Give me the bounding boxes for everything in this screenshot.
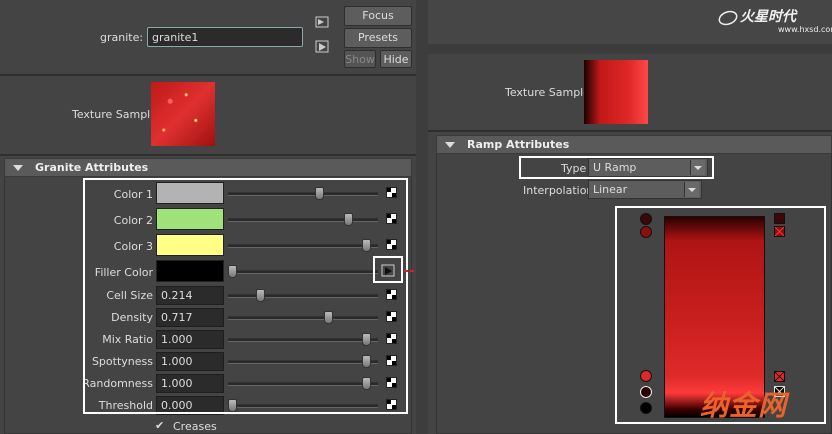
interpolation-label: Interpolation xyxy=(523,184,594,197)
type-highlight-box xyxy=(519,156,714,179)
color-entry-handle[interactable] xyxy=(640,370,652,382)
left-attribute-editor: granite: Focus Presets Show Hide Texture… xyxy=(0,0,416,434)
ramp-texture-swatch[interactable] xyxy=(584,60,648,124)
watermark-logo-icon xyxy=(718,10,738,26)
ramp-collapse-triangle-icon[interactable] xyxy=(445,142,455,148)
color-entry-handle[interactable] xyxy=(640,386,652,398)
creases-label: Creases xyxy=(173,420,217,433)
right-attribute-editor: 火星时代 www.hxsd.com Texture Sample Ramp At… xyxy=(428,0,832,434)
header-divider xyxy=(0,74,416,76)
collapse-triangle-icon[interactable] xyxy=(13,165,23,171)
presets-button[interactable]: Presets xyxy=(344,28,412,48)
ramp-attributes-header[interactable]: Ramp Attributes xyxy=(436,135,832,154)
right-section-divider xyxy=(428,130,832,132)
delete-entry-icon[interactable] xyxy=(774,213,785,224)
watermark-logo: 火星时代 www.hxsd.com xyxy=(718,6,832,36)
interpolation-dropdown[interactable]: Linear xyxy=(588,180,702,199)
watermark-title: 火星时代 xyxy=(740,9,796,25)
section-divider xyxy=(0,154,416,156)
watermark-url: www.hxsd.com xyxy=(778,25,832,34)
interpolation-dropdown-arrow-icon xyxy=(684,182,699,197)
texture-sample-label: Texture Sample xyxy=(72,108,158,121)
watermark-bottom: 纳金网 xyxy=(700,389,788,422)
creases-checkbox[interactable]: ✔ xyxy=(155,419,164,432)
ramp-section-title: Ramp Attributes xyxy=(467,138,570,151)
attributes-highlight-box xyxy=(83,178,408,414)
delete-entry-icon[interactable] xyxy=(774,371,785,382)
granite-attributes-header[interactable]: Granite Attributes xyxy=(4,158,412,177)
delete-entry-icon[interactable] xyxy=(774,226,785,237)
color-entry-handle[interactable] xyxy=(640,213,652,225)
panel-splitter[interactable] xyxy=(416,0,428,434)
right-texture-sample-label: Texture Sample xyxy=(505,86,591,99)
output-connection-icon[interactable] xyxy=(315,40,331,54)
granite-texture-swatch[interactable] xyxy=(151,82,215,146)
section-title: Granite Attributes xyxy=(35,161,149,174)
interpolation-value: Linear xyxy=(593,183,628,196)
right-header-divider xyxy=(428,44,832,54)
color-entry-handle[interactable] xyxy=(640,402,652,414)
filler-color-highlight-box xyxy=(373,256,403,283)
focus-button[interactable]: Focus xyxy=(344,6,412,26)
input-connection-icon[interactable] xyxy=(315,16,329,28)
hide-button[interactable]: Hide xyxy=(380,50,412,68)
show-button[interactable]: Show xyxy=(344,50,376,68)
node-name-input[interactable] xyxy=(147,27,303,47)
color-entry-handle[interactable] xyxy=(640,226,652,238)
node-name-label: granite: xyxy=(100,31,144,44)
